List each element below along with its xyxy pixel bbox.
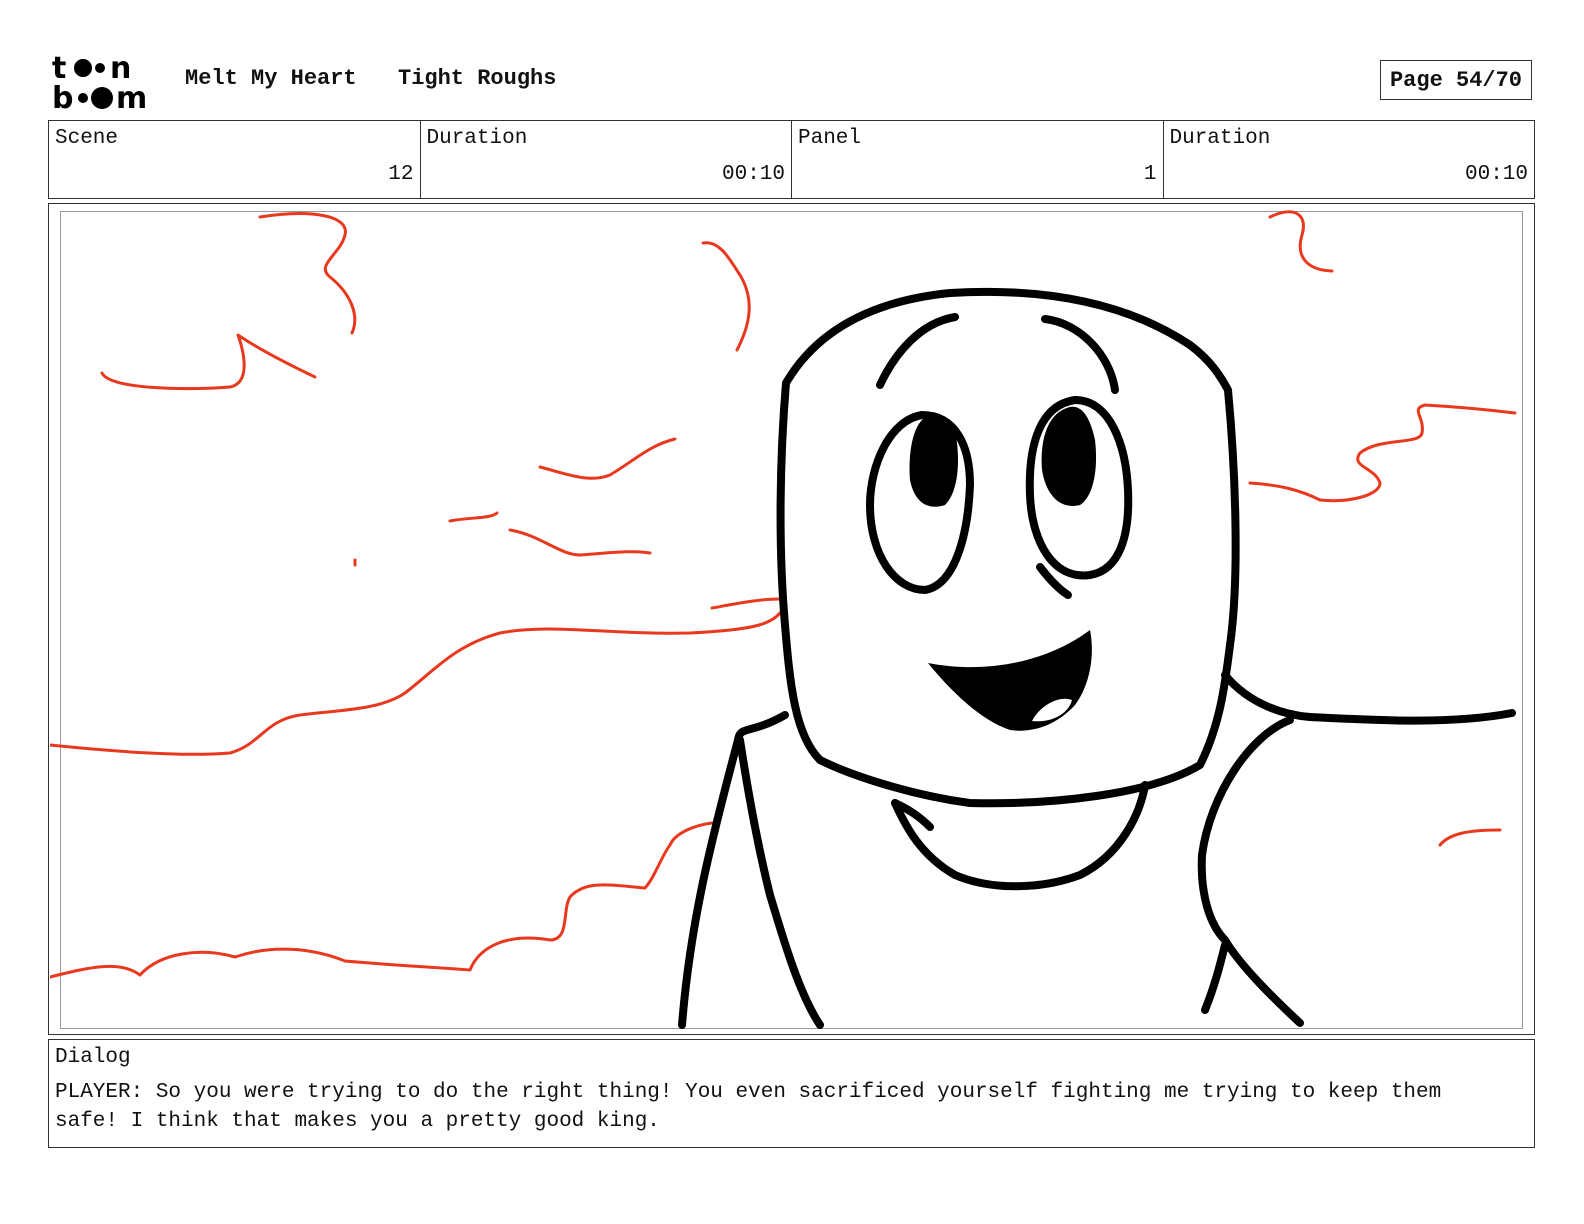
panel-duration-value: 00:10: [1464, 163, 1528, 186]
svg-text:b: b: [52, 81, 73, 112]
scene-info-table: Scene 12 Duration 00:10 Panel 1 Duration…: [48, 120, 1535, 199]
storyboard-sketch: [50, 210, 1517, 1029]
character-lines: [678, 287, 1516, 1029]
dialog-label: Dialog: [55, 1046, 131, 1069]
page-number: Page 54/70: [1380, 60, 1532, 100]
scene-value: 12: [388, 163, 414, 186]
scene-duration-cell: Duration 00:10: [421, 121, 792, 198]
scene-duration-label: Duration: [426, 127, 528, 150]
open-mouth: [928, 630, 1092, 731]
stage-title: Tight Roughs: [398, 66, 557, 91]
panel-label: Panel: [798, 127, 862, 150]
dialog-text: PLAYER: So you were trying to do the rig…: [55, 1081, 1454, 1133]
left-pupil: [909, 414, 958, 507]
panel-cell: Panel 1: [792, 121, 1164, 198]
panel-duration-cell: Duration 00:10: [1164, 121, 1535, 198]
right-pupil: [1041, 406, 1097, 506]
svg-text:m: m: [116, 81, 147, 112]
panel-value: 1: [1143, 163, 1157, 186]
scene-duration-value: 00:10: [721, 163, 785, 186]
panel-duration-label: Duration: [1169, 127, 1271, 150]
project-title: Melt My Heart: [185, 66, 357, 91]
dialog-box: Dialog PLAYER: So you were trying to do …: [48, 1039, 1535, 1148]
toon-boom-logo: t n b m: [52, 51, 147, 112]
scene-cell: Scene 12: [49, 121, 421, 198]
scene-label: Scene: [55, 127, 119, 150]
